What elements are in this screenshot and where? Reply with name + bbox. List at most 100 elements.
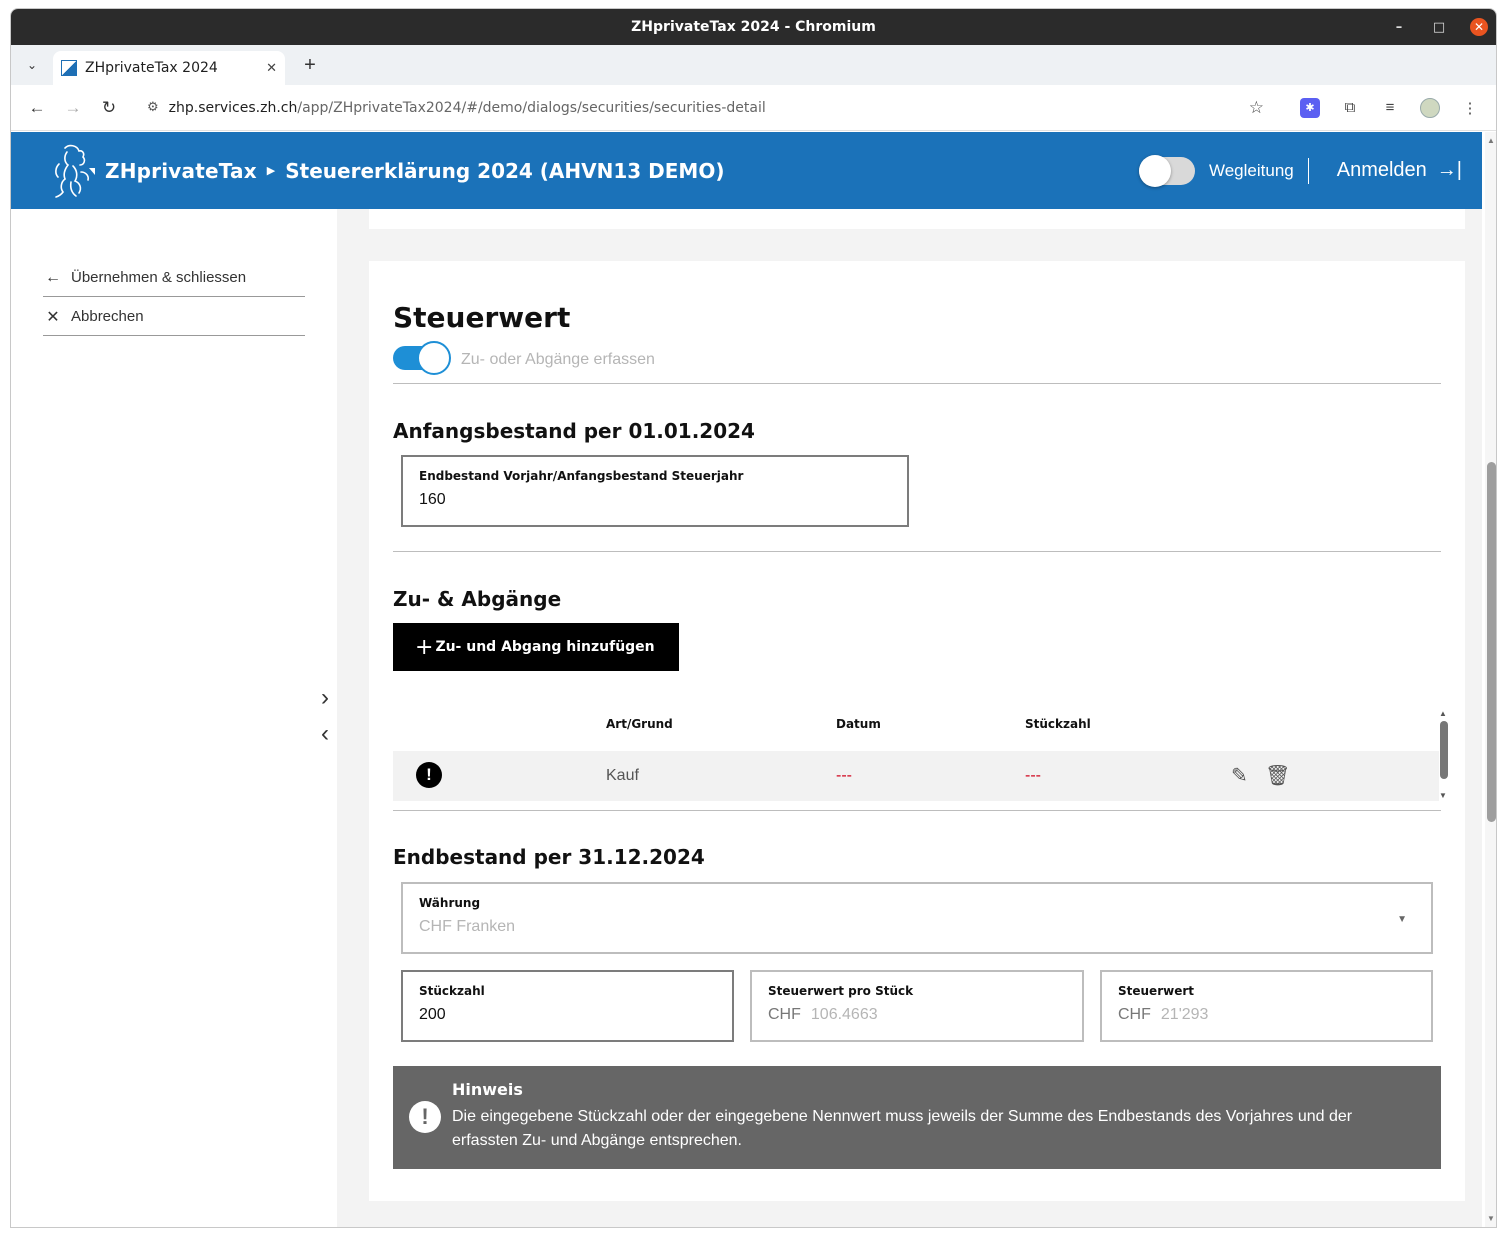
extensions-puzzle-icon[interactable]: ⧉ bbox=[1340, 98, 1360, 118]
page-scrollbar[interactable]: ▲ ▼ bbox=[1485, 132, 1496, 1227]
chevron-left-icon[interactable]: ‹ bbox=[321, 720, 329, 748]
changes-toggle-knob bbox=[417, 341, 451, 375]
table-row: ! Kauf --- --- ✎ 🗑 bbox=[393, 751, 1439, 801]
opening-balance-field[interactable]: Endbestand Vorjahr/Anfangsbestand Steuer… bbox=[401, 455, 909, 527]
page-title: Steuererklärung 2024 (AHVN13 DEMO) bbox=[285, 158, 725, 183]
sidebar: ← Übernehmen & schliessen ✕ Abbrechen bbox=[11, 209, 337, 1227]
guidance-label[interactable]: Wegleitung bbox=[1209, 161, 1294, 181]
quantity-field[interactable]: Stückzahl 200 bbox=[401, 970, 734, 1042]
tax-value-currency: CHF bbox=[1118, 1006, 1151, 1023]
browser-menu-icon[interactable]: ⋮ bbox=[1460, 98, 1480, 118]
guidance-toggle[interactable] bbox=[1138, 154, 1195, 187]
login-button[interactable]: Anmelden →| bbox=[1337, 159, 1462, 182]
unit-tax-value: 106.4663 bbox=[810, 1006, 878, 1023]
cancel-label: Abbrechen bbox=[71, 308, 144, 325]
quantity-label: Stückzahl bbox=[419, 984, 485, 998]
tax-value-field: Steuerwert CHF 21'293 bbox=[1100, 970, 1433, 1042]
url-host: zhp.services.zh.ch bbox=[168, 99, 298, 116]
changes-toggle-label: Zu- oder Abgänge erfassen bbox=[461, 351, 655, 368]
arrow-left-icon: ← bbox=[45, 268, 61, 286]
extension-icon[interactable]: ✱ bbox=[1300, 97, 1320, 118]
forward-button[interactable]: → bbox=[57, 92, 89, 124]
add-change-label: Zu- und Abgang hinzufügen bbox=[435, 639, 655, 655]
opening-balance-label: Endbestand Vorjahr/Anfangsbestand Steuer… bbox=[419, 469, 744, 483]
window-title: ZHprivateTax 2024 - Chromium bbox=[631, 19, 876, 35]
column-header-datum[interactable]: Datum bbox=[836, 717, 881, 731]
login-arrow-icon: →| bbox=[1436, 159, 1462, 181]
reload-button[interactable]: ↻ bbox=[93, 92, 125, 124]
cancel-link[interactable]: ✕ Abbrechen bbox=[43, 298, 305, 336]
unit-tax-value-currency: CHF bbox=[768, 1006, 801, 1023]
unit-tax-value-field: Steuerwert pro Stück CHF 106.4663 bbox=[750, 970, 1084, 1042]
close-window-button[interactable]: ✕ bbox=[1470, 18, 1488, 36]
column-header-art[interactable]: Art/Grund bbox=[606, 717, 673, 731]
new-tab-button[interactable]: + bbox=[297, 52, 323, 78]
row-stueckzahl: --- bbox=[1025, 767, 1041, 784]
currency-value: CHF Franken bbox=[419, 918, 516, 935]
info-exclamation-icon: ! bbox=[409, 1101, 441, 1133]
window-controls: – □ ✕ bbox=[1390, 9, 1488, 45]
browser-window: ZHprivateTax 2024 - Chromium – □ ✕ ⌄ ZHp… bbox=[10, 8, 1497, 1228]
close-icon: ✕ bbox=[46, 308, 60, 326]
chevron-right-icon[interactable]: › bbox=[321, 684, 329, 712]
column-header-stueckzahl[interactable]: Stückzahl bbox=[1025, 717, 1091, 731]
site-info-icon[interactable]: ⚙ bbox=[147, 100, 159, 115]
edit-pencil-icon[interactable]: ✎ bbox=[1231, 763, 1248, 788]
breadcrumb-chevron-icon: ▶ bbox=[266, 165, 276, 177]
header-divider bbox=[1307, 157, 1309, 184]
header-actions: Wegleitung Anmelden →| bbox=[1138, 132, 1462, 209]
page-body: ← Übernehmen & schliessen ✕ Abbrechen › … bbox=[11, 209, 1482, 1227]
bookmark-star-icon[interactable]: ☆ bbox=[1249, 98, 1264, 118]
divider bbox=[393, 810, 1441, 811]
minimize-button[interactable]: – bbox=[1390, 18, 1408, 36]
closing-heading: Endbestand per 31.12.2024 bbox=[393, 845, 705, 869]
login-label: Anmelden bbox=[1336, 159, 1427, 181]
brand-name[interactable]: ZHprivateTax bbox=[105, 159, 257, 183]
profile-avatar[interactable] bbox=[1420, 97, 1440, 118]
add-change-button[interactable]: + Zu- und Abgang hinzufügen bbox=[393, 623, 679, 671]
page-scroll-up-icon[interactable]: ▲ bbox=[1487, 136, 1495, 145]
maximize-button[interactable]: □ bbox=[1430, 18, 1448, 36]
chevron-down-icon[interactable]: ▼ bbox=[1397, 914, 1407, 925]
accept-and-close-link[interactable]: ← Übernehmen & schliessen bbox=[43, 259, 305, 297]
divider bbox=[393, 551, 1441, 552]
guidance-toggle-knob bbox=[1138, 154, 1171, 187]
opening-heading: Anfangsbestand per 01.01.2024 bbox=[393, 419, 755, 443]
quantity-value[interactable]: 200 bbox=[419, 1006, 716, 1024]
browser-toolbar: ← → ↻ ⚙ zhp.services.zh.ch /app/ZHprivat… bbox=[11, 85, 1496, 131]
page-scroll-down-icon[interactable]: ▼ bbox=[1487, 1214, 1495, 1223]
changes-toggle[interactable] bbox=[393, 341, 451, 375]
securities-detail-card: Steuerwert Zu- oder Abgänge erfassen Anf… bbox=[369, 261, 1465, 1201]
url-path: /app/ZHprivateTax2024/#/demo/dialogs/sec… bbox=[297, 99, 766, 116]
toolbar-icons: ✱ ⧉ ≡ ⋮ bbox=[1300, 97, 1480, 118]
tab-strip: ⌄ ZHprivateTax 2024 ✕ + bbox=[11, 45, 1496, 85]
unit-tax-value-label: Steuerwert pro Stück bbox=[768, 984, 914, 998]
accept-and-close-label: Übernehmen & schliessen bbox=[71, 269, 247, 286]
page-scroll-thumb[interactable] bbox=[1487, 462, 1496, 822]
app-header: ZHprivateTax ▶ Steuererklärung 2024 (AHV… bbox=[11, 132, 1482, 209]
scroll-down-icon[interactable]: ▼ bbox=[1439, 791, 1447, 800]
opening-balance-value[interactable]: 160 bbox=[419, 491, 891, 509]
previous-card bbox=[369, 209, 1465, 229]
table-scroll-thumb[interactable] bbox=[1440, 721, 1448, 779]
notice-text: Die eingegebene Stückzahl oder der einge… bbox=[452, 1108, 1353, 1149]
tab-close-icon[interactable]: ✕ bbox=[266, 61, 277, 76]
notice-title: Hinweis bbox=[452, 1080, 523, 1099]
table-scrollbar[interactable]: ▲ ▼ bbox=[1439, 709, 1449, 800]
window-titlebar: ZHprivateTax 2024 - Chromium – □ ✕ bbox=[11, 9, 1496, 45]
scroll-up-icon[interactable]: ▲ bbox=[1439, 709, 1447, 718]
media-control-icon[interactable]: ≡ bbox=[1380, 98, 1400, 118]
tab-search-button[interactable]: ⌄ bbox=[19, 52, 45, 78]
currency-select[interactable]: Währung CHF Franken ▼ bbox=[401, 882, 1433, 954]
address-bar[interactable]: ⚙ zhp.services.zh.ch /app/ZHprivateTax20… bbox=[135, 89, 1276, 126]
row-datum: --- bbox=[836, 767, 852, 784]
delete-trash-icon[interactable]: 🗑 bbox=[1265, 763, 1290, 788]
browser-tab[interactable]: ZHprivateTax 2024 ✕ bbox=[53, 51, 285, 85]
back-button[interactable]: ← bbox=[21, 92, 53, 124]
section-title: Steuerwert bbox=[393, 301, 571, 334]
tab-title: ZHprivateTax 2024 bbox=[85, 60, 218, 76]
zh-lion-logo-icon bbox=[55, 144, 95, 198]
row-art: Kauf bbox=[606, 767, 639, 784]
divider bbox=[393, 383, 1441, 384]
tax-value: 21'293 bbox=[1160, 1006, 1209, 1023]
